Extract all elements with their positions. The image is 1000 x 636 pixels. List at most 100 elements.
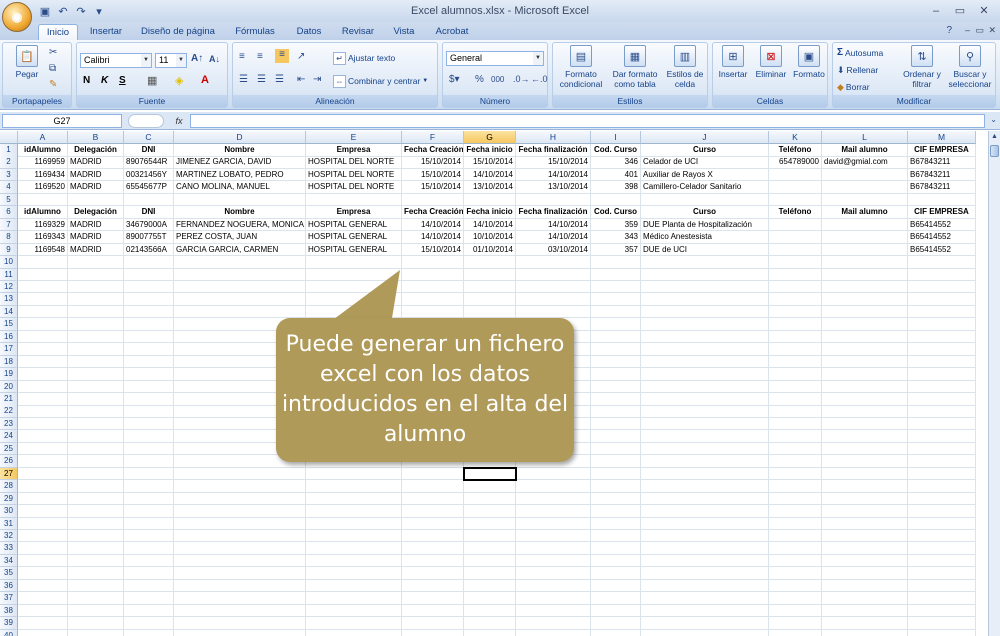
data-cell[interactable]: HOSPITAL DEL NORTE bbox=[306, 168, 402, 182]
empty-cell[interactable] bbox=[402, 467, 464, 481]
empty-cell[interactable] bbox=[822, 430, 908, 443]
empty-cell[interactable] bbox=[306, 293, 402, 306]
row-header-24[interactable]: 24 bbox=[0, 430, 18, 443]
row-header-34[interactable]: 34 bbox=[0, 554, 18, 568]
data-cell[interactable]: DUE Planta de Hospitalización bbox=[641, 218, 769, 232]
data-cell[interactable]: Camillero-Celador Sanitario bbox=[641, 181, 769, 194]
empty-cell[interactable] bbox=[822, 629, 908, 636]
data-cell[interactable]: MADRID bbox=[68, 156, 124, 169]
data-cell[interactable]: 15/10/2014 bbox=[402, 181, 464, 194]
data-cell[interactable]: 14/10/2014 bbox=[464, 218, 516, 232]
data-cell[interactable]: MADRID bbox=[68, 243, 124, 257]
empty-cell[interactable] bbox=[769, 417, 822, 431]
data-cell[interactable]: 14/10/2014 bbox=[402, 218, 464, 232]
data-cell[interactable]: 10/10/2014 bbox=[464, 231, 516, 244]
empty-cell[interactable] bbox=[591, 455, 641, 468]
empty-cell[interactable] bbox=[822, 554, 908, 568]
empty-cell[interactable] bbox=[591, 554, 641, 568]
grow-font-icon[interactable]: A↑ bbox=[191, 53, 203, 64]
header-cell[interactable]: DNI bbox=[124, 144, 174, 157]
empty-cell[interactable] bbox=[822, 305, 908, 319]
empty-cell[interactable] bbox=[402, 505, 464, 518]
close-icon[interactable]: ✕ bbox=[974, 3, 994, 19]
align-center-icon[interactable]: ☰ bbox=[257, 74, 266, 85]
empty-cell[interactable] bbox=[68, 293, 124, 306]
align-right-icon[interactable]: ☰ bbox=[275, 74, 284, 85]
empty-cell[interactable] bbox=[402, 579, 464, 593]
empty-cell[interactable] bbox=[591, 280, 641, 294]
header-cell[interactable]: Fecha inicio bbox=[464, 206, 516, 219]
empty-cell[interactable] bbox=[68, 368, 124, 381]
empty-cell[interactable] bbox=[124, 193, 174, 207]
empty-cell[interactable] bbox=[641, 480, 769, 493]
empty-cell[interactable] bbox=[908, 517, 976, 530]
empty-cell[interactable] bbox=[68, 505, 124, 518]
empty-cell[interactable] bbox=[769, 318, 822, 331]
expand-formula-icon[interactable]: ⌄ bbox=[990, 115, 997, 124]
row-header-12[interactable]: 12 bbox=[0, 280, 18, 294]
empty-cell[interactable] bbox=[18, 542, 68, 555]
empty-cell[interactable] bbox=[822, 405, 908, 418]
empty-cell[interactable] bbox=[591, 567, 641, 580]
help-icon[interactable]: ? bbox=[946, 25, 952, 36]
column-header-c[interactable]: C bbox=[124, 131, 174, 144]
empty-cell[interactable] bbox=[124, 480, 174, 493]
data-cell[interactable]: MARTINEZ LOBATO, PEDRO bbox=[174, 168, 306, 182]
empty-cell[interactable] bbox=[641, 355, 769, 369]
empty-cell[interactable] bbox=[124, 417, 174, 431]
data-cell[interactable]: GARCIA GARCIA, CARMEN bbox=[174, 243, 306, 257]
header-cell[interactable]: Fecha inicio bbox=[464, 144, 516, 157]
empty-cell[interactable] bbox=[591, 318, 641, 331]
empty-cell[interactable] bbox=[591, 467, 641, 481]
data-cell[interactable] bbox=[822, 243, 908, 257]
empty-cell[interactable] bbox=[908, 567, 976, 580]
empty-cell[interactable] bbox=[464, 567, 516, 580]
header-cell[interactable]: Delegación bbox=[68, 144, 124, 157]
empty-cell[interactable] bbox=[822, 380, 908, 394]
empty-cell[interactable] bbox=[822, 268, 908, 281]
empty-cell[interactable] bbox=[464, 256, 516, 269]
empty-cell[interactable] bbox=[769, 393, 822, 406]
empty-cell[interactable] bbox=[641, 579, 769, 593]
empty-cell[interactable] bbox=[908, 430, 976, 443]
data-cell[interactable]: Auxiliar de Rayos X bbox=[641, 168, 769, 182]
empty-cell[interactable] bbox=[124, 517, 174, 530]
data-cell[interactable]: CANO MOLINA, MANUEL bbox=[174, 181, 306, 194]
empty-cell[interactable] bbox=[908, 318, 976, 331]
data-cell[interactable]: 13/10/2014 bbox=[516, 181, 591, 194]
header-cell[interactable]: Empresa bbox=[306, 206, 402, 219]
empty-cell[interactable] bbox=[124, 617, 174, 630]
empty-cell[interactable] bbox=[18, 343, 68, 356]
data-cell[interactable]: 654789000 bbox=[769, 156, 822, 169]
empty-cell[interactable] bbox=[464, 592, 516, 605]
empty-cell[interactable] bbox=[68, 542, 124, 555]
empty-cell[interactable] bbox=[306, 604, 402, 618]
orientation-icon[interactable]: ↗ bbox=[297, 51, 305, 62]
row-header-26[interactable]: 26 bbox=[0, 455, 18, 468]
empty-cell[interactable] bbox=[908, 368, 976, 381]
paste-button[interactable]: 📋 Pegar bbox=[9, 45, 45, 79]
empty-cell[interactable] bbox=[908, 293, 976, 306]
empty-cell[interactable] bbox=[402, 268, 464, 281]
empty-cell[interactable] bbox=[822, 542, 908, 555]
empty-cell[interactable] bbox=[124, 542, 174, 555]
empty-cell[interactable] bbox=[402, 554, 464, 568]
data-cell[interactable]: 15/10/2014 bbox=[516, 156, 591, 169]
empty-cell[interactable] bbox=[124, 430, 174, 443]
data-cell[interactable]: 13/10/2014 bbox=[464, 181, 516, 194]
empty-cell[interactable] bbox=[18, 193, 68, 207]
empty-cell[interactable] bbox=[591, 355, 641, 369]
row-header-27[interactable]: 27 bbox=[0, 467, 18, 481]
empty-cell[interactable] bbox=[908, 256, 976, 269]
empty-cell[interactable] bbox=[591, 417, 641, 431]
data-cell[interactable]: B67843211 bbox=[908, 156, 976, 169]
empty-cell[interactable] bbox=[306, 579, 402, 593]
header-cell[interactable]: DNI bbox=[124, 206, 174, 219]
empty-cell[interactable] bbox=[68, 305, 124, 319]
empty-cell[interactable] bbox=[174, 592, 306, 605]
empty-cell[interactable] bbox=[124, 505, 174, 518]
empty-cell[interactable] bbox=[18, 567, 68, 580]
data-cell[interactable]: 346 bbox=[591, 156, 641, 169]
empty-cell[interactable] bbox=[124, 604, 174, 618]
empty-cell[interactable] bbox=[822, 393, 908, 406]
